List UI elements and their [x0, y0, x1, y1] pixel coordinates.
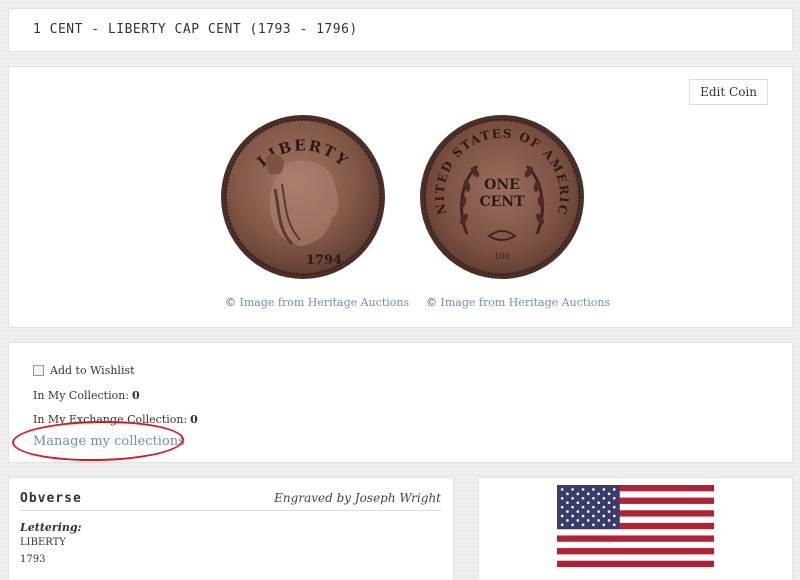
obverse-image-credit: © Image from Heritage Auctions: [225, 296, 409, 309]
lettering-line: LIBERTY: [20, 537, 66, 548]
title-panel: 1 CENT - LIBERTY CAP CENT (1793 - 1796): [8, 8, 793, 52]
in-collection-count: 0: [132, 389, 140, 402]
copyright-symbol: ©: [225, 296, 236, 309]
in-exchange-count: 0: [190, 413, 198, 426]
collection-panel: Add to Wishlist In My Collection: 0 In My…: [8, 342, 793, 463]
engraver-credit: Engraved by Joseph Wright: [274, 491, 441, 505]
reverse-fraction: 100: [494, 252, 509, 261]
obverse-heading: Obverse: [20, 491, 82, 506]
reverse-credit-link[interactable]: Image from Heritage Auctions: [441, 296, 611, 309]
edit-coin-button[interactable]: Edit Coin: [689, 79, 768, 105]
coin-images-panel: Edit Coin LIBERTY 1794 NITED STATES OF A…: [8, 66, 793, 328]
obverse-date: 1794: [306, 253, 342, 268]
obverse-credit-link[interactable]: Image from Heritage Auctions: [240, 296, 410, 309]
obverse-details-panel: Obverse Engraved by Joseph Wright Letter…: [8, 477, 454, 580]
coin-reverse-image[interactable]: UNITED STATES OF AMERICA ONE CENT 100: [419, 114, 585, 280]
us-flag-icon: [557, 485, 714, 567]
in-collection-label: In My Collection:: [33, 389, 129, 402]
copyright-symbol: ©: [426, 296, 437, 309]
reverse-denomination-one: ONE: [484, 177, 520, 193]
lettering-line: 1793: [20, 554, 46, 565]
in-collection-status: In My Collection: 0: [33, 389, 140, 402]
reverse-image-credit: © Image from Heritage Auctions: [426, 296, 610, 309]
page-title: 1 CENT - LIBERTY CAP CENT (1793 - 1796): [33, 22, 358, 37]
divider: [20, 510, 441, 511]
wishlist-checkbox[interactable]: [33, 365, 44, 376]
wishlist-row[interactable]: Add to Wishlist: [33, 364, 135, 377]
lettering-label: Lettering:: [20, 521, 82, 534]
coin-obverse-image[interactable]: LIBERTY 1794: [220, 114, 386, 280]
reverse-denomination-cent: CENT: [479, 194, 525, 210]
country-flag-panel: [478, 477, 793, 580]
wishlist-label[interactable]: Add to Wishlist: [50, 364, 135, 377]
